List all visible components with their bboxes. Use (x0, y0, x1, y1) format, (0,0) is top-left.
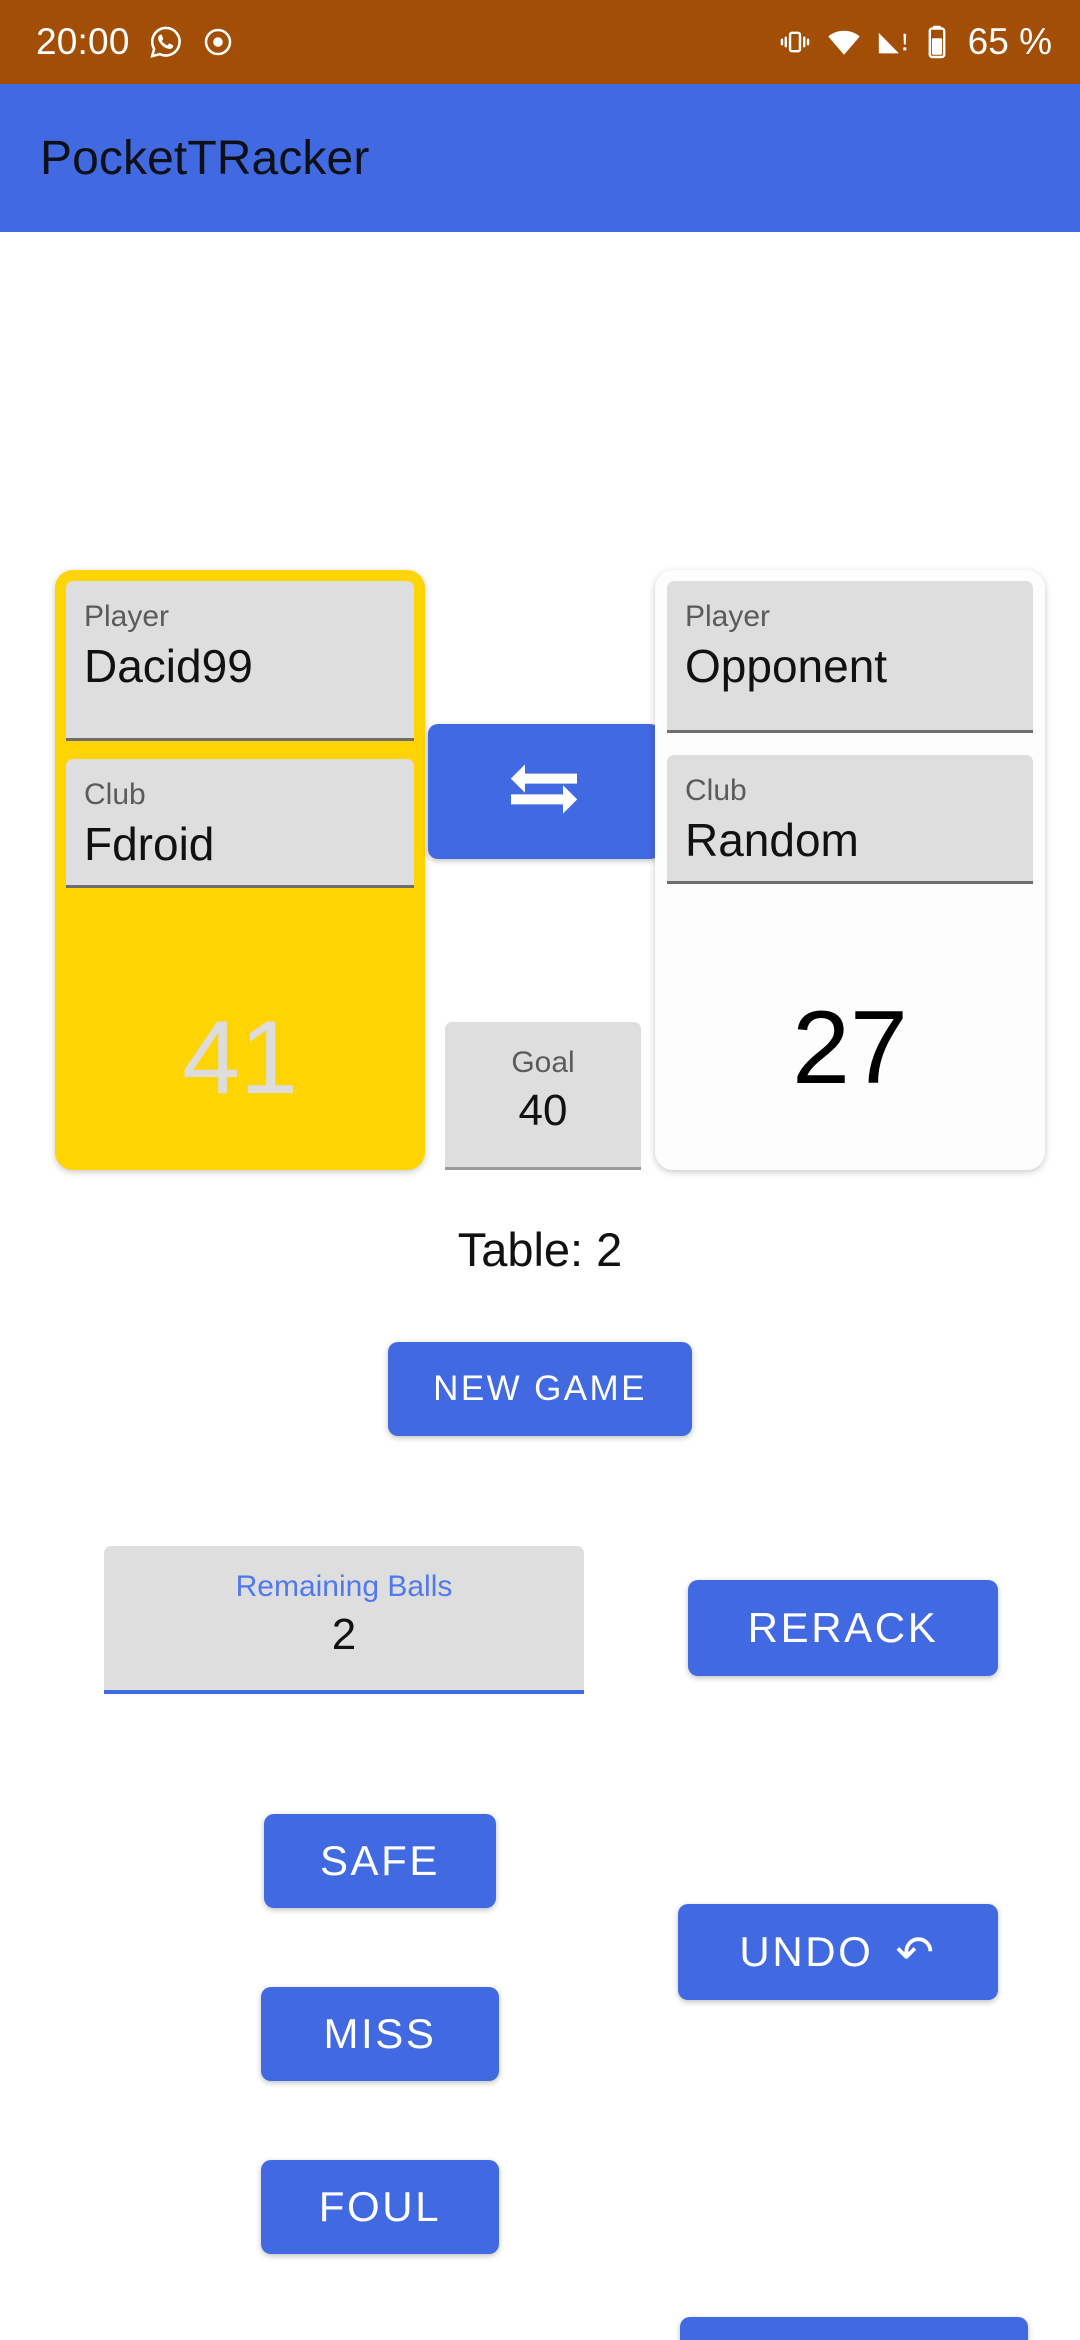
page-title: PocketTRacker (40, 131, 370, 185)
left-player-club-field[interactable]: Club Fdroid (66, 759, 414, 889)
wifi-icon (826, 24, 862, 60)
status-clock: 20:00 (36, 21, 130, 62)
right-player-card[interactable]: Player Opponent Club Random 27 (655, 570, 1045, 1170)
rerack-button[interactable]: RERACK (688, 1580, 998, 1676)
status-bar-right: 65 % (778, 21, 1052, 63)
left-player-name-label: Player (84, 600, 170, 633)
undo-button[interactable]: UNDO ↶ (678, 1904, 998, 2000)
left-player-name-value: Dacid99 (84, 640, 253, 692)
table-number-text: Table: 2 (457, 1223, 623, 1276)
remaining-balls-value: 2 (331, 1609, 357, 1659)
vibrate-icon (778, 25, 812, 59)
new-game-button[interactable]: NEW GAME (388, 1342, 692, 1436)
swap-players-button[interactable] (428, 724, 660, 859)
cellular-signal-warning-icon (876, 25, 910, 59)
right-player-name-field[interactable]: Player Opponent (667, 581, 1033, 733)
status-bar: 20:00 65 % (0, 0, 1080, 84)
undo-button-label: UNDO (739, 1928, 874, 1975)
undo-arrow-icon: ↶ (895, 1926, 937, 1978)
left-player-card[interactable]: Player Dacid99 Club Fdroid 41 (55, 570, 425, 1170)
right-player-name-label: Player (685, 600, 771, 633)
app-bar: PocketTRacker (0, 84, 1080, 232)
right-player-name-value: Opponent (685, 640, 888, 692)
left-player-score[interactable]: 41 (66, 1006, 414, 1110)
battery-icon (924, 24, 950, 60)
foul-button[interactable]: FOUL (261, 2160, 499, 2254)
right-player-club-value: Random (685, 814, 859, 866)
right-player-club-field[interactable]: Club Random (667, 755, 1033, 885)
safe-button[interactable]: SAFE (264, 1814, 496, 1908)
battery-percentage: 65 % (967, 21, 1052, 62)
whatsapp-icon (148, 24, 184, 60)
goal-field[interactable]: Goal 40 (445, 1022, 641, 1170)
goal-value: 40 (518, 1085, 568, 1135)
swap-horizontal-icon (496, 755, 592, 828)
left-player-club-value: Fdroid (84, 818, 215, 870)
right-player-score[interactable]: 27 (667, 996, 1033, 1100)
left-player-club-label: Club (84, 778, 146, 811)
scoresheet-button[interactable]: SCORESHEET (680, 2317, 1028, 2340)
left-player-name-field[interactable]: Player Dacid99 (66, 581, 414, 741)
right-player-club-label: Club (685, 774, 747, 807)
main-content: Player Dacid99 Club Fdroid 41 Player Opp… (0, 232, 1080, 2340)
remaining-balls-label: Remaining Balls (235, 1570, 453, 1603)
remaining-balls-field[interactable]: Remaining Balls 2 (104, 1546, 584, 1694)
miss-button[interactable]: MISS (261, 1987, 499, 2081)
status-bar-left: 20:00 (36, 21, 234, 63)
record-icon (202, 26, 234, 58)
goal-label: Goal (511, 1046, 575, 1079)
